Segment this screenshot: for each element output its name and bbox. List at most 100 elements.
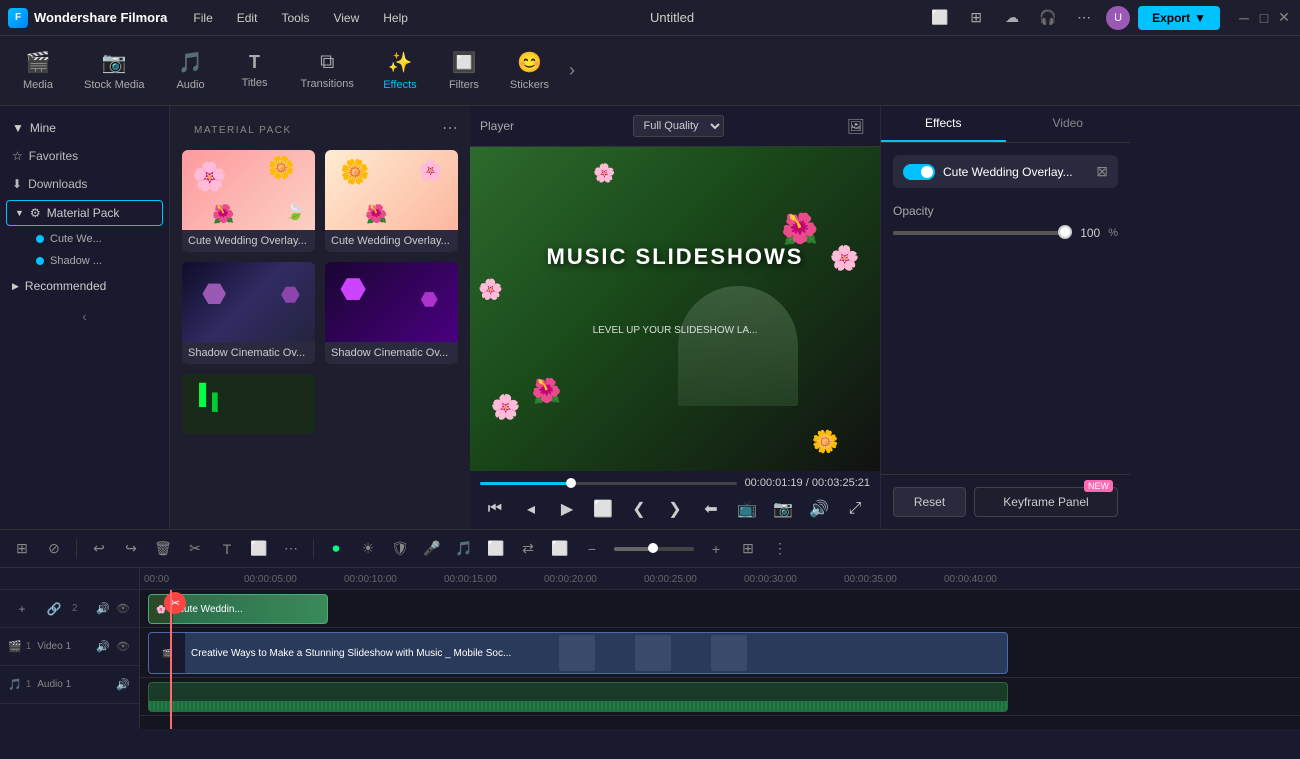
panel-title: MATERIAL PACK xyxy=(182,119,304,138)
stop-button[interactable]: ⬜ xyxy=(589,495,617,523)
tl-separator-1 xyxy=(76,539,77,559)
menu-file[interactable]: File xyxy=(183,7,222,29)
play-button[interactable]: ▶ xyxy=(553,495,581,523)
tl-redo-button[interactable]: ↪ xyxy=(117,535,145,563)
tv-button[interactable]: 📺 xyxy=(733,495,761,523)
track-volume-1[interactable]: 🔊 xyxy=(95,639,111,655)
sidebar-item-mine[interactable]: ▼ Mine xyxy=(0,114,169,142)
tool-audio[interactable]: 🎵 Audio xyxy=(161,44,221,97)
remove-effect-button[interactable]: ⊠ xyxy=(1096,163,1108,180)
tl-more-button[interactable]: ⋯ xyxy=(277,535,305,563)
volume-button[interactable]: 🔊 xyxy=(805,495,833,523)
export-button[interactable]: Export ▼ xyxy=(1138,6,1220,30)
sidebar-item-favorites[interactable]: ☆ Favorites xyxy=(0,142,169,170)
step-back-button[interactable]: ⏮ xyxy=(481,495,509,523)
sidebar-item-material-pack[interactable]: ▼ ⚙ Material Pack xyxy=(6,200,163,226)
tl-record-button[interactable]: ⏺ xyxy=(322,535,350,563)
sidebar-item-downloads[interactable]: ⬇ Downloads xyxy=(0,170,169,198)
menu-help[interactable]: Help xyxy=(373,7,418,29)
properties-panel: Effects Video Cute Wedding Overlay... ⊠ … xyxy=(880,106,1130,529)
tl-cut-button[interactable]: ✂ xyxy=(181,535,209,563)
quality-select[interactable]: Full Quality Half Quality xyxy=(633,115,724,137)
preview-settings-icon[interactable]: 🖼 xyxy=(842,112,870,140)
cute-wedding-label: Cute We... xyxy=(50,233,102,245)
fullscreen-button[interactable]: ⤢ xyxy=(841,495,869,523)
menu-edit[interactable]: Edit xyxy=(227,7,268,29)
reset-button[interactable]: Reset xyxy=(893,487,966,517)
tl-crop-button[interactable]: ⬜ xyxy=(245,535,273,563)
tl-grid-button[interactable]: ⊞ xyxy=(734,535,762,563)
track-volume-audio[interactable]: 🔊 xyxy=(115,677,131,693)
tl-switch-button[interactable]: ⇄ xyxy=(514,535,542,563)
tl-pip-button[interactable]: ⬜ xyxy=(546,535,574,563)
tl-dots-button[interactable]: ⋮ xyxy=(766,535,794,563)
toolbar-more-button[interactable]: › xyxy=(569,60,575,81)
effect-card-shadow-1[interactable]: ⬣ ⬣ Shadow Cinematic Ov... xyxy=(182,262,315,364)
icon-btn-screen[interactable]: ⬜ xyxy=(926,4,954,32)
tool-titles[interactable]: T Titles xyxy=(225,46,285,95)
icon-btn-apps[interactable]: ⋯ xyxy=(1070,4,1098,32)
tl-minus-button[interactable]: − xyxy=(578,535,606,563)
opacity-slider[interactable] xyxy=(893,231,1072,235)
tl-undo-button[interactable]: ↩ xyxy=(85,535,113,563)
sidebar-downloads-label: Downloads xyxy=(28,177,87,191)
close-button[interactable]: ✕ xyxy=(1276,10,1292,26)
sidebar-mine-label: Mine xyxy=(30,121,56,135)
effect-card-green[interactable]: ▐ ▌ xyxy=(182,374,315,434)
tl-delete-button[interactable]: 🗑 xyxy=(149,535,177,563)
tl-mic-button[interactable]: 🎤 xyxy=(418,535,446,563)
sidebar-collapse[interactable]: ‹ xyxy=(0,300,169,332)
minimize-button[interactable]: ─ xyxy=(1236,10,1252,26)
tool-stock-media[interactable]: 📷 Stock Media xyxy=(72,44,157,97)
tab-effects[interactable]: Effects xyxy=(881,106,1006,142)
tool-stickers[interactable]: 😊 Stickers xyxy=(498,44,561,97)
tl-add-track-button[interactable]: ⊞ xyxy=(8,535,36,563)
track-clip-video[interactable]: 🎬 Creative Ways to Make a Stunning Slide… xyxy=(148,632,1008,674)
icon-btn-cloud[interactable]: ☁ xyxy=(998,4,1026,32)
tl-magnet-button[interactable]: ⊘ xyxy=(40,535,68,563)
sidebar-item-recommended[interactable]: ▶ Recommended xyxy=(0,272,169,300)
track-link-icon[interactable]: 🔗 xyxy=(40,595,68,623)
camera-button[interactable]: 📷 xyxy=(769,495,797,523)
tl-text-button[interactable]: T xyxy=(213,535,241,563)
user-avatar[interactable]: U xyxy=(1106,6,1130,30)
tab-video[interactable]: Video xyxy=(1006,106,1131,142)
tool-effects[interactable]: ✨ Effects xyxy=(370,44,430,97)
effect-card-shadow-2[interactable]: ⬣ ⬣ Shadow Cinematic Ov... xyxy=(325,262,458,364)
track-name-1: Video 1 xyxy=(37,641,71,652)
frame-back-button[interactable]: ◂ xyxy=(517,495,545,523)
keyframe-panel-button[interactable]: Keyframe Panel NEW xyxy=(974,487,1118,517)
track-add-icon[interactable]: + xyxy=(8,595,36,623)
effect-toggle[interactable] xyxy=(903,164,935,180)
progress-track[interactable] xyxy=(480,482,737,485)
mark-in-button[interactable]: ❮ xyxy=(625,495,653,523)
mark-out-button[interactable]: ❯ xyxy=(661,495,689,523)
tl-audio-button[interactable]: 🎵 xyxy=(450,535,478,563)
project-name: Untitled xyxy=(650,10,694,25)
icon-btn-grid[interactable]: ⊞ xyxy=(962,4,990,32)
track-eye-2[interactable]: 👁 xyxy=(115,601,131,617)
effect-card-cute-wedding-2[interactable]: 🌼 🌸 🌺 Cute Wedding Overlay... xyxy=(325,150,458,252)
menu-tools[interactable]: Tools xyxy=(271,7,319,29)
track-clip-audio[interactable] xyxy=(148,682,1008,712)
maximize-button[interactable]: □ xyxy=(1256,10,1272,26)
tl-captions-button[interactable]: ⬜ xyxy=(482,535,510,563)
tl-shield-button[interactable]: 🛡 xyxy=(386,535,414,563)
sidebar-sub-shadow[interactable]: Shadow ... xyxy=(28,250,169,272)
tl-plus-button[interactable]: + xyxy=(702,535,730,563)
prev-frame-button[interactable]: ⬅ xyxy=(697,495,725,523)
tool-media[interactable]: 🎬 Media xyxy=(8,44,68,97)
sidebar: ▼ Mine ☆ Favorites ⬇ Downloads ▼ ⚙ Mater… xyxy=(0,106,170,529)
panel-more-button[interactable]: ⋯ xyxy=(442,118,458,138)
icon-btn-headset[interactable]: 🎧 xyxy=(1034,4,1062,32)
track-eye-1[interactable]: 👁 xyxy=(115,639,131,655)
scissor-icon[interactable]: ✂ xyxy=(164,592,186,614)
tl-sun-button[interactable]: ☀ xyxy=(354,535,382,563)
track-volume-2[interactable]: 🔊 xyxy=(95,601,111,617)
zoom-slider[interactable] xyxy=(614,547,694,551)
effect-card-cute-wedding-1[interactable]: 🌸 🌼 🌺 🍃 Cute Wedding Overlay... xyxy=(182,150,315,252)
menu-view[interactable]: View xyxy=(323,7,369,29)
tool-filters[interactable]: 🔲 Filters xyxy=(434,44,494,97)
tool-transitions[interactable]: ⧉ Transitions xyxy=(289,45,366,96)
sidebar-sub-cute-wedding[interactable]: Cute We... xyxy=(28,228,169,250)
